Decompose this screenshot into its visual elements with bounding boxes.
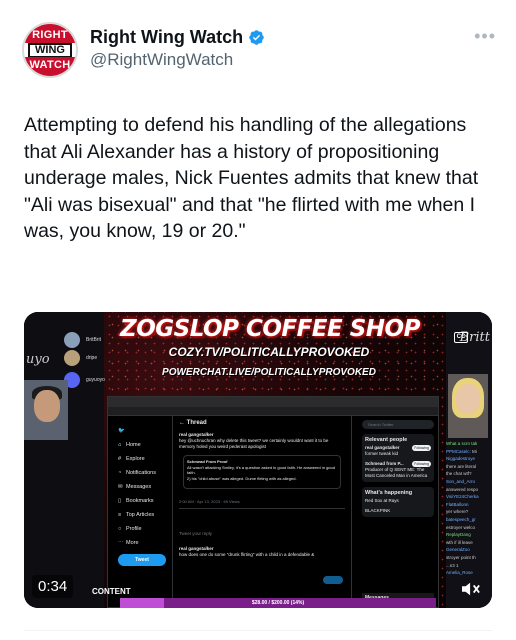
chat-line: Son_and_Arro xyxy=(446,478,476,484)
chat-avatar xyxy=(64,332,80,348)
happening-item: Red Sox at Rays xyxy=(365,498,399,503)
chat-line: answered respo xyxy=(446,486,479,492)
reply-placeholder: Tweet your reply xyxy=(179,531,213,536)
relevant-person: Following Schmead from P... Producer of … xyxy=(365,461,431,478)
stream-url: COZY.TV/POLITICALLYPROVOKED xyxy=(168,345,370,359)
webcam-face xyxy=(34,390,60,422)
chat-line: What a scrn tak xyxy=(446,441,478,446)
powerchat-url: POWERCHAT.LIVE/POLITICALLYPROVOKED xyxy=(162,367,376,378)
logo-text-top: RIGHT xyxy=(24,24,76,43)
nav-notifications: ◔ Notifications xyxy=(118,470,156,476)
left-chat-user: BritBrit xyxy=(64,332,101,348)
browser-url-bar xyxy=(108,407,438,416)
chat-avatar xyxy=(64,350,80,366)
stream-title: ZOGSLOP COFFEE SHOP xyxy=(120,316,420,342)
happening-header: What's happening xyxy=(365,490,413,496)
twitter-logo-icon: 🐦 xyxy=(118,428,125,434)
left-chat-user: guyuoyo xyxy=(64,372,105,388)
stream-chat: What a scrn tak PPMCaselc: Mi Niggadestro… xyxy=(446,440,492,577)
nav-more: ⋯ More xyxy=(118,540,139,546)
stream-right-panel: Britt What a scrn tak PPMCaselc: Mi Nigga… xyxy=(446,312,492,608)
tweet-button: Tweet xyxy=(118,554,166,566)
nav-bookmarks: ▯ Bookmarks xyxy=(118,498,154,504)
chat-line: estroyer welco xyxy=(446,524,476,530)
video-timestamp: 0:34 xyxy=(32,575,74,598)
gift-goal-bar: $28.00 / $200.00 (14%) xyxy=(120,598,436,608)
divider xyxy=(24,630,492,631)
twitter-thread: ← Thread real gangstalker hey @uchnuchra… xyxy=(172,416,352,607)
thread-header: ← Thread xyxy=(179,420,207,426)
twitter-search: Search Twitter xyxy=(362,420,434,429)
chat-line: Amelia_Rose xyxy=(446,570,473,576)
chat-line: the chat wtf? xyxy=(446,471,472,477)
video-player[interactable]: BritBrit dripe guyuoyo uyo Britt What a … xyxy=(24,312,492,608)
chat-line: VisiYE24Cherka xyxy=(446,494,479,500)
stream-left-panel: BritBrit dripe guyuoyo uyo xyxy=(24,312,105,608)
twitter-right-column: Search Twitter Relevant people Following… xyxy=(358,416,438,607)
reply-body: how does one do some "drunk flirting" wi… xyxy=(179,552,315,557)
webcam-face xyxy=(456,384,480,414)
account-name-block: Right Wing Watch @RightWingWatch xyxy=(90,27,265,70)
nav-top-articles: ≡ Top Articles xyxy=(118,512,155,518)
embedded-screen: 🐦 ⌂ Home # Explore ◔ Notifications ✉ Message… xyxy=(107,396,439,608)
chat-line: yer where? xyxy=(446,509,469,515)
gift-goal-text: $28.00 / $200.00 (14%) xyxy=(251,600,305,606)
nav-home: ⌂ Home xyxy=(118,442,141,448)
thread-body: hey @uchnuchran why delete this tweet? w… xyxy=(179,438,329,449)
browser-tab-bar xyxy=(108,397,438,407)
nav-profile: ○ Profile xyxy=(118,526,142,532)
script-name-left: uyo xyxy=(26,352,50,367)
twitter-sidebar: 🐦 ⌂ Home # Explore ◔ Notifications ✉ Message… xyxy=(108,416,172,607)
tweet-header: RIGHT WING WATCH Right Wing Watch @Right… xyxy=(22,22,500,82)
happening-item: BLACKPINK xyxy=(365,508,391,513)
relevant-header: Relevant people xyxy=(365,437,408,443)
chat-username: BritBrit xyxy=(86,337,101,343)
content-label: CONTENT xyxy=(92,587,131,596)
more-options-icon[interactable]: ••• xyxy=(474,26,496,47)
captions-icon[interactable]: CC xyxy=(454,332,468,343)
avatar[interactable]: RIGHT WING WATCH xyxy=(22,22,78,78)
nav-explore: # Explore xyxy=(118,456,145,462)
tweet-meta: 2:00 AM · Apr 13, 2023 · 69 Views xyxy=(179,499,345,509)
quoted-tweet: Schmead From Proof Ali wasn't attacking … xyxy=(183,455,341,489)
mute-icon[interactable] xyxy=(460,580,482,598)
reply-button xyxy=(323,576,343,584)
chat-line: batespeech_gr xyxy=(446,516,476,522)
account-handle[interactable]: @RightWingWatch xyxy=(90,50,265,70)
chat-line: ...n3 1 xyxy=(446,562,459,568)
nav-messages: ✉ Messages xyxy=(118,484,152,490)
webcam-left xyxy=(24,380,68,440)
relevant-people-card: Relevant people Following real gangstalk… xyxy=(362,434,434,482)
chat-username: dripe xyxy=(86,355,98,361)
chat-line: FlatBallonn xyxy=(446,501,469,507)
left-chat-user: dripe xyxy=(64,350,97,366)
chat-line: Niggadestroye xyxy=(446,456,476,462)
whats-happening-card: What's happening Red Sox at Rays BLACKPI… xyxy=(362,487,434,517)
chat-line: wth if ill leave xyxy=(446,539,473,545)
logo-text-bottom: WATCH xyxy=(24,57,76,76)
tweet-text: Attempting to defend his handling of the… xyxy=(24,114,479,242)
quoted-body-2: 2) his "child abuse" was alleged. Dume f… xyxy=(187,475,297,481)
logo-text-middle: WING xyxy=(28,43,72,58)
display-name[interactable]: Right Wing Watch xyxy=(90,27,243,48)
chat-line: there are literal xyxy=(446,463,477,469)
quoted-body: Ali wasn't attacking Smiley, it's a ques… xyxy=(187,464,335,476)
chat-username: guyuoyo xyxy=(86,377,105,383)
chat-line: ReplayDang xyxy=(446,532,471,538)
chat-line: PPMCaselc: Mi xyxy=(446,448,477,454)
verified-badge-icon xyxy=(249,30,264,45)
webcam-right xyxy=(448,374,488,438)
chat-line: stroyer point th xyxy=(446,554,476,560)
relevant-person: Following real gangstalker former tweak … xyxy=(365,445,431,456)
chat-line: GeneralZoo xyxy=(446,547,470,553)
